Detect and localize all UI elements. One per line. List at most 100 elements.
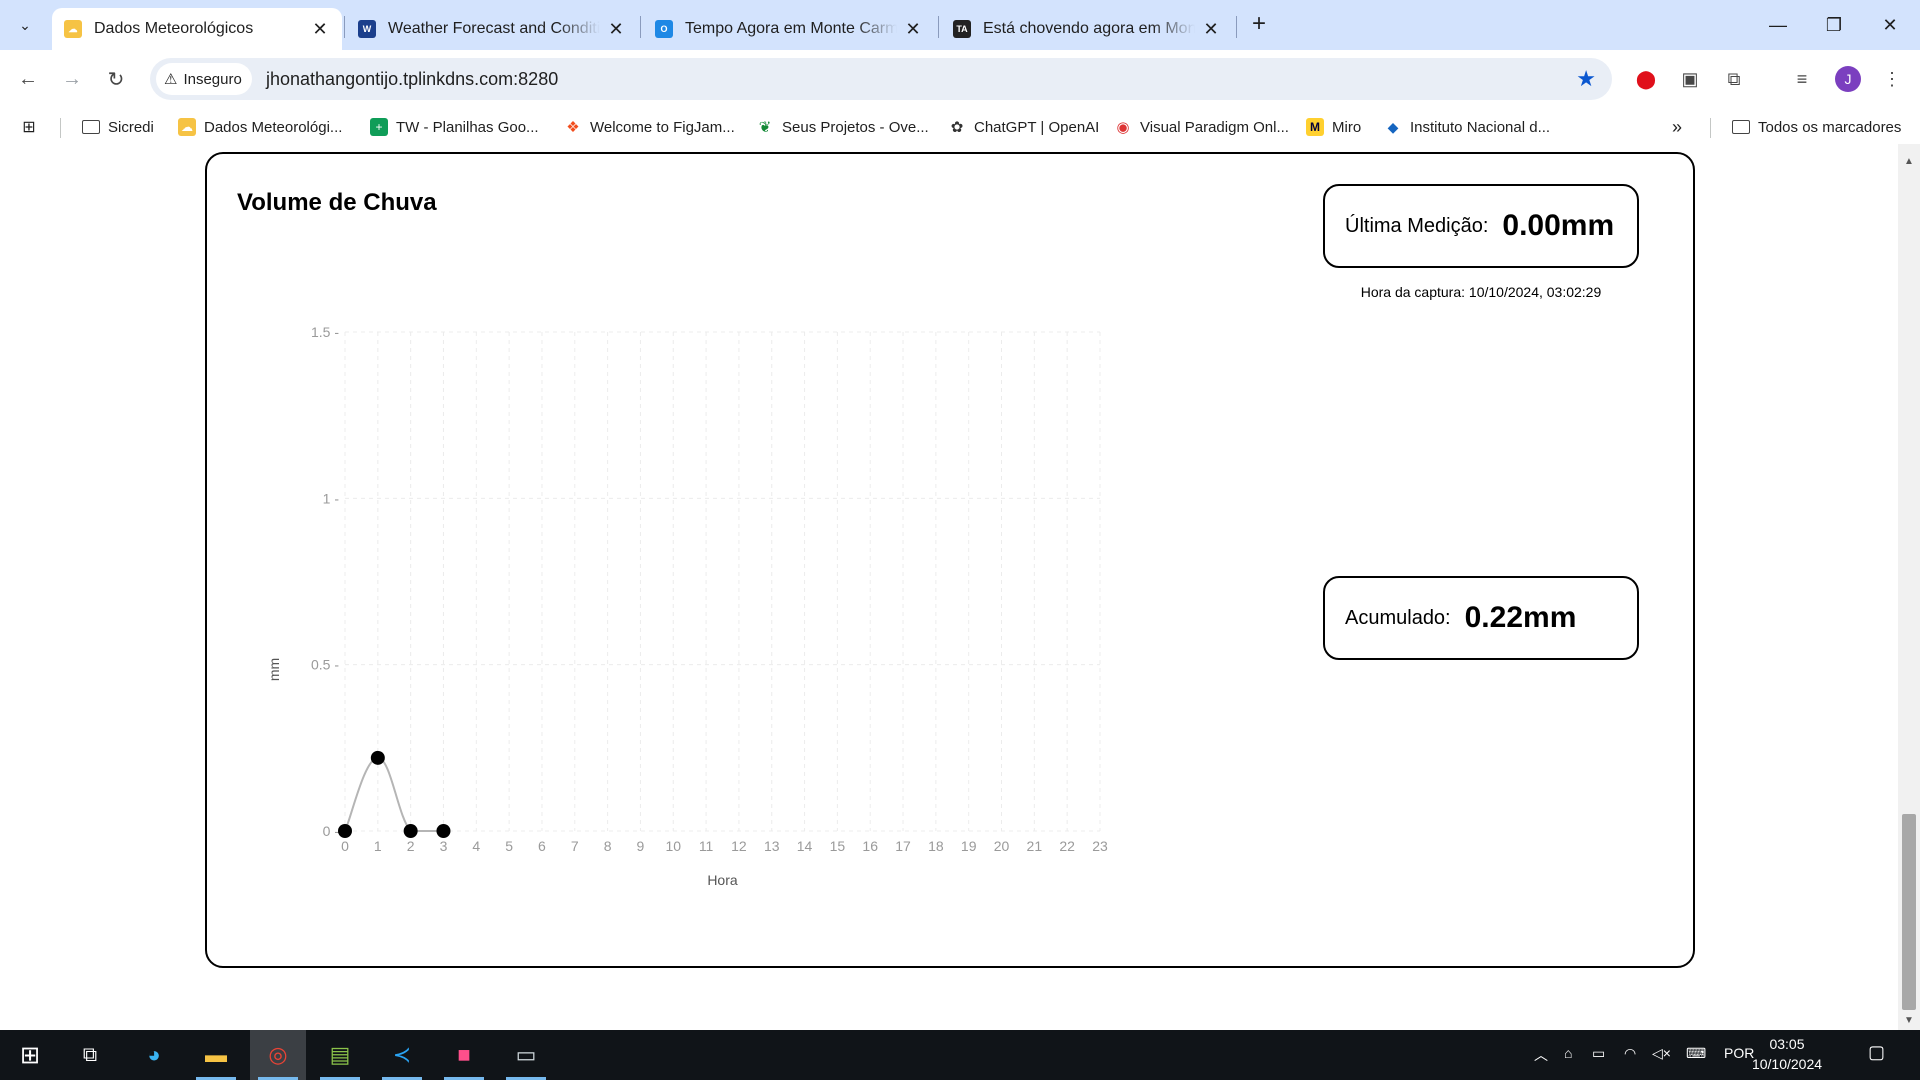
x-tick-label: 2 xyxy=(407,838,415,854)
reload-button[interactable]: ↻ xyxy=(98,61,134,97)
bookmark-visual-paradigm[interactable]: ◉ Visual Paradigm Onl... xyxy=(1114,116,1289,138)
minimize-button[interactable]: — xyxy=(1750,0,1806,50)
profile-avatar[interactable]: J xyxy=(1835,66,1861,92)
tab-separator xyxy=(640,16,641,38)
edge-taskbar-button[interactable]: ◕ xyxy=(126,1030,182,1080)
chrome-taskbar-button[interactable]: ◎ xyxy=(250,1030,306,1080)
bookmark-figjam[interactable]: ❖ Welcome to FigJam... xyxy=(564,116,735,138)
site-info-chip[interactable]: ⚠ Inseguro xyxy=(156,63,252,95)
tab-tempo-agora[interactable]: O Tempo Agora em Monte Carmelo ✕ xyxy=(643,8,935,50)
explorer-taskbar-button[interactable]: ▬ xyxy=(188,1030,244,1080)
y-tick-label: 0 - xyxy=(323,823,340,839)
notepad-taskbar-button[interactable]: ▤ xyxy=(312,1030,368,1080)
scroll-up-icon[interactable]: ▲ xyxy=(1904,156,1914,167)
warning-icon: ⚠ xyxy=(164,71,178,88)
bookmark-star-icon[interactable]: ★ xyxy=(1576,66,1596,92)
bookmark-chatgpt[interactable]: ✿ ChatGPT | OpenAI xyxy=(948,116,1100,138)
chevron-double-right-icon: » xyxy=(1672,116,1683,137)
inmet-icon: ◆ xyxy=(1387,118,1399,135)
x-tick-label: 23 xyxy=(1092,838,1108,854)
new-tab-button[interactable]: + xyxy=(1244,10,1274,40)
reload-icon: ↻ xyxy=(107,68,125,91)
taskbar-clock[interactable]: 03:05 10/10/2024 xyxy=(1742,1034,1832,1074)
more-bookmarks-button[interactable]: » xyxy=(1672,116,1682,138)
close-icon[interactable]: ✕ xyxy=(310,19,330,40)
tab-separator xyxy=(1236,16,1237,38)
close-icon[interactable]: ✕ xyxy=(1201,19,1221,40)
bookmark-overleaf[interactable]: ❦ Seus Projetos - Ove... xyxy=(756,116,929,138)
chrome-icon: ◎ xyxy=(268,1042,288,1067)
bookmark-dados-meteorologicos[interactable]: ☁ Dados Meteorológi... xyxy=(178,116,342,138)
x-tick-label: 8 xyxy=(604,838,612,854)
accumulated-value: 0.22mm xyxy=(1464,601,1577,634)
tab-strip: ⌄ ☁ Dados Meteorológicos ✕ W Weather For… xyxy=(0,0,1920,50)
x-tick-label: 16 xyxy=(862,838,878,854)
tab-separator xyxy=(344,16,345,38)
bookmark-label: Sicredi xyxy=(108,118,154,136)
avatar-letter: J xyxy=(1844,71,1852,87)
y-tick-label: 1.5 - xyxy=(311,324,339,340)
tab-separator xyxy=(938,16,939,38)
x-tick-label: 21 xyxy=(1027,838,1043,854)
x-axis-label: Hora xyxy=(707,872,738,888)
x-tick-label: 3 xyxy=(440,838,448,854)
rain-volume-card: Volume de Chuva 0 1 2 3 4 5 6 7 8 9 10 11 12 13 14 15 16… xyxy=(205,152,1695,968)
notifications-icon[interactable]: ▢ xyxy=(1868,1042,1885,1063)
all-bookmarks-folder[interactable]: Todos os marcadores xyxy=(1732,116,1901,138)
intellij-taskbar-button[interactable]: ■ xyxy=(436,1030,492,1080)
keyboard-icon[interactable]: ⌨ xyxy=(1686,1045,1706,1062)
restore-button[interactable]: ❐ xyxy=(1806,0,1862,50)
data-point xyxy=(436,824,451,838)
bookmark-label: Instituto Nacional d... xyxy=(1410,118,1551,136)
tab-dados-meteorologicos[interactable]: ☁ Dados Meteorológicos ✕ xyxy=(52,8,342,50)
close-window-button[interactable]: ✕ xyxy=(1862,0,1918,50)
wifi-icon[interactable]: ◠ xyxy=(1624,1045,1636,1062)
tab-esta-chovendo[interactable]: TA Está chovendo agora em Monte Carmelo … xyxy=(941,8,1233,50)
x-tick-label: 1 xyxy=(374,838,382,854)
tab-weather-forecast[interactable]: W Weather Forecast and Conditions ✕ xyxy=(346,8,638,50)
x-tick-label: 9 xyxy=(637,838,645,854)
vscode-taskbar-button[interactable]: ≺ xyxy=(374,1030,430,1080)
card-title: Volume de Chuva xyxy=(237,189,437,216)
opera-icon[interactable]: ⬤ xyxy=(1630,63,1662,95)
apps-button[interactable]: ⊞ xyxy=(20,116,46,138)
bookmark-inmet[interactable]: ◆ Instituto Nacional d... xyxy=(1384,116,1550,138)
chevron-up-icon[interactable]: ︿ xyxy=(1534,1045,1548,1065)
media-control-icon[interactable]: ≡ xyxy=(1786,63,1818,95)
forward-button[interactable]: → xyxy=(54,61,90,97)
bookmark-sicredi[interactable]: Sicredi xyxy=(82,116,154,138)
bookmark-tw-planilhas[interactable]: + TW - Planilhas Goo... xyxy=(370,116,539,138)
start-button[interactable]: ⊞ xyxy=(2,1030,58,1080)
bookmark-miro[interactable]: M Miro xyxy=(1306,116,1361,138)
rain-chart: 0 1 2 3 4 5 6 7 8 9 10 11 12 13 14 15 16 17 18 19 20 21 22 230 … xyxy=(266,324,1108,888)
volume-muted-icon[interactable]: ◁× xyxy=(1652,1045,1671,1062)
close-icon[interactable]: ✕ xyxy=(606,19,626,40)
task-view-button[interactable]: ⧉ xyxy=(62,1030,118,1080)
bookmark-label: Visual Paradigm Onl... xyxy=(1140,118,1289,136)
tab-search-button[interactable]: ⌄ xyxy=(8,8,42,42)
extension-icon[interactable]: ▣ xyxy=(1674,63,1706,95)
notepad-icon: ▤ xyxy=(329,1042,351,1067)
close-icon[interactable]: ✕ xyxy=(903,19,923,40)
x-tick-label: 4 xyxy=(472,838,480,854)
page-scrollbar[interactable]: ▲ ▼ xyxy=(1898,144,1920,1030)
remote-desktop-taskbar-button[interactable]: ▭ xyxy=(498,1030,554,1080)
last-measurement-value: 0.00mm xyxy=(1502,209,1615,242)
address-bar[interactable]: ⚠ Inseguro jhonathangontijo.tplinkdns.co… xyxy=(150,58,1612,100)
url-text[interactable]: jhonathangontijo.tplinkdns.com:8280 xyxy=(266,69,558,90)
outlook-icon: O xyxy=(655,20,673,38)
scroll-down-icon[interactable]: ▼ xyxy=(1904,1015,1914,1026)
folder-icon xyxy=(1732,120,1750,134)
puzzle-icon[interactable]: ⧉ xyxy=(1718,63,1750,95)
device-icon[interactable]: ⌂ xyxy=(1564,1045,1572,1061)
chevron-down-icon: ⌄ xyxy=(19,16,31,33)
menu-icon[interactable]: ⋮ xyxy=(1876,63,1908,95)
x-tick-label: 11 xyxy=(699,838,714,854)
browser-toolbar: ← → ↻ ⚠ Inseguro jhonathangontijo.tplink… xyxy=(0,50,1920,108)
openai-icon: ✿ xyxy=(950,119,964,136)
last-measurement-label: Última Medição: xyxy=(1345,214,1489,237)
edge-icon: ◕ xyxy=(147,1042,161,1067)
back-button[interactable]: ← xyxy=(10,61,46,97)
battery-icon[interactable]: ▭ xyxy=(1592,1045,1605,1062)
scrollbar-thumb[interactable] xyxy=(1902,814,1916,1010)
